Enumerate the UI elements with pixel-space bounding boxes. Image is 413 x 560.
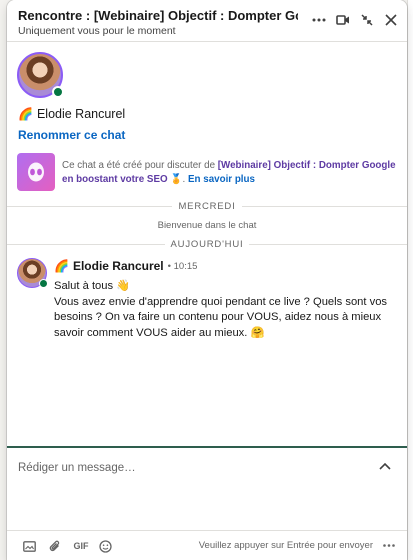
rename-chat-link[interactable]: Renommer ce chat: [18, 128, 125, 142]
ellipsis-icon: [383, 543, 395, 547]
learn-more-link[interactable]: En savoir plus: [188, 174, 255, 185]
ellipsis-icon: [312, 18, 326, 22]
event-info-banner: Ce chat a été créé pour discuter de [Web…: [17, 153, 397, 193]
message-sender-avatar[interactable]: [17, 258, 48, 288]
date-divider-label: MERCREDI: [178, 200, 236, 212]
message-line: Vous avez envie d'apprendre quoi pendant…: [54, 295, 388, 339]
expand-composer-button[interactable]: [377, 458, 393, 474]
background-page-edge: [407, 0, 413, 560]
chat-header[interactable]: Rencontre : [Webinaire] Objectif : Dompt…: [7, 0, 407, 42]
close-icon: [385, 14, 397, 26]
paperclip-icon: [49, 540, 60, 551]
composer-toolbar: GIF Veuillez appuyer sur Entrée pour env…: [7, 530, 407, 560]
chat-window: Rencontre : [Webinaire] Objectif : Dompt…: [7, 0, 407, 560]
gif-button[interactable]: GIF: [71, 538, 91, 554]
message-input[interactable]: [18, 459, 358, 477]
date-divider-wednesday: MERCREDI: [7, 199, 407, 213]
smiley-icon: [98, 539, 112, 553]
send-options-button[interactable]: [381, 537, 397, 553]
event-alien-icon[interactable]: [17, 153, 55, 191]
emoji-button[interactable]: [97, 538, 113, 554]
rainbow-emoji: 🌈: [18, 107, 33, 121]
send-hint: Veuillez appuyer sur Entrée pour envoyer: [198, 540, 373, 551]
participant-name-text: Elodie Rancurel: [36, 107, 126, 121]
participant-avatar[interactable]: [17, 52, 64, 98]
date-divider-label: AUJOURD'HUI: [170, 238, 244, 250]
chat-title[interactable]: Rencontre : [Webinaire] Objectif : Dompt…: [18, 8, 298, 23]
chat-subtitle: Uniquement vous pour le moment: [18, 25, 176, 37]
message-header: 🌈 Elodie Rancurel • 10:15: [54, 259, 197, 273]
message-body: Salut à tous 👋 Vous avez envie d'apprend…: [54, 279, 394, 341]
attach-file-button[interactable]: [47, 538, 63, 554]
rainbow-emoji: 🌈: [54, 259, 69, 273]
attach-image-button[interactable]: [21, 538, 37, 554]
medal-emoji: 🏅: [170, 174, 183, 185]
message-line: Salut à tous 👋: [54, 280, 131, 292]
online-status-icon: [39, 279, 48, 288]
message-composer: [7, 446, 407, 530]
chevron-up-icon: [379, 462, 391, 470]
message-sender-name[interactable]: Elodie Rancurel: [73, 259, 164, 273]
minimize-button[interactable]: [357, 10, 377, 30]
more-options-button[interactable]: [309, 10, 329, 30]
system-message: Bienvenue dans le chat: [157, 220, 257, 231]
date-divider-today: AUJOURD'HUI: [7, 237, 407, 251]
participant-name[interactable]: 🌈 Elodie Rancurel: [18, 107, 125, 121]
message-timestamp: • 10:15: [167, 260, 198, 272]
image-icon: [22, 540, 36, 552]
event-info-text: Ce chat a été créé pour discuter de [Web…: [62, 160, 396, 185]
video-call-button[interactable]: [333, 10, 353, 30]
online-status-icon: [52, 86, 64, 98]
video-camera-icon: [336, 15, 349, 25]
close-button[interactable]: [381, 10, 401, 30]
info-prefix: Ce chat a été créé pour discuter de: [62, 160, 218, 171]
collapse-arrows-icon: [361, 14, 373, 26]
